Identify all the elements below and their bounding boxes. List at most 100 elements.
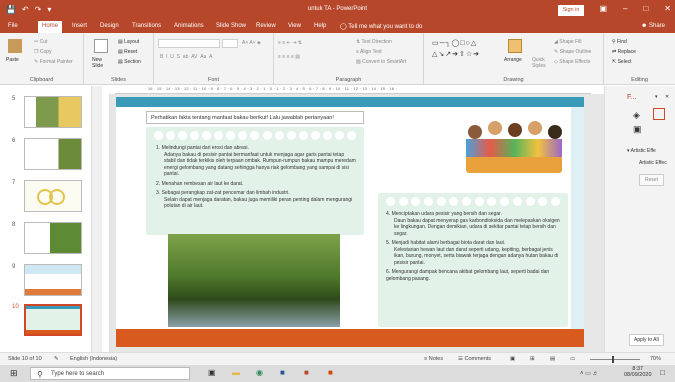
tab-file[interactable]: File <box>8 23 18 29</box>
system-tray-icons[interactable]: ˄ ▭ ♬ <box>580 370 599 377</box>
slide-thumbnail[interactable] <box>24 180 82 212</box>
new-slide-icon[interactable] <box>94 39 108 53</box>
arrange-label[interactable]: Arrange <box>504 57 522 63</box>
notes-button[interactable]: ≡ Notes <box>424 356 443 362</box>
slide-thumbnail[interactable] <box>24 222 82 254</box>
font-name-field[interactable] <box>158 39 220 48</box>
arrange-icon[interactable] <box>508 39 522 53</box>
tab-help[interactable]: Help <box>314 23 326 29</box>
shapes-gallery[interactable]: ▭─┐◯□○△ <box>432 39 477 47</box>
slide-thumbnail[interactable] <box>24 138 82 170</box>
shapes-gallery-row2[interactable]: △↘↗➔⇧☆➔ <box>432 50 480 58</box>
layout-button[interactable]: ▤ Layout <box>118 39 139 45</box>
tab-transitions[interactable]: Transitions <box>132 23 161 29</box>
list-item: 2. Menahan rembesan air laut ke darat. <box>156 180 244 187</box>
minimize-icon[interactable]: – <box>623 4 627 13</box>
text-direction-label: Text Direction <box>361 39 392 45</box>
reset-button[interactable]: ▤ Reset <box>118 49 137 55</box>
taskbar-search-box[interactable]: ⚲ Type here to search <box>30 367 190 380</box>
powerpoint-icon[interactable]: ■ <box>304 368 309 377</box>
font-format-icons[interactable]: B I U S ab AV Aa A <box>160 54 212 60</box>
fill-line-icon[interactable]: ◈ <box>633 110 640 121</box>
list-indent-icons[interactable]: ≡ ≡ ⇤ ⇥ ⇅ <box>278 40 302 46</box>
tab-review[interactable]: Review <box>256 23 276 29</box>
text-direction-button[interactable]: ⇅ Text Direction <box>356 39 392 45</box>
zoom-level[interactable]: 70% <box>650 356 661 362</box>
slide-sorter-icon[interactable]: ⊞ <box>530 356 535 362</box>
pane-options-icon[interactable]: ▾ <box>655 94 658 100</box>
list-item: 4. Menciptakan udara pesisir yang bersih… <box>386 211 560 237</box>
reset-button[interactable]: Reset <box>639 174 665 186</box>
clock[interactable]: 8:37 08/09/2020 <box>624 366 652 378</box>
copy-button[interactable]: ❐ Copy <box>34 49 52 55</box>
quick-styles-label[interactable]: Quick Styles <box>532 57 550 69</box>
chrome-icon[interactable]: ◉ <box>256 368 263 377</box>
notifications-icon[interactable]: □ <box>660 368 665 377</box>
share-button[interactable]: ☻ Share <box>641 23 665 29</box>
tab-view[interactable]: View <box>288 23 301 29</box>
pane-close-icon[interactable]: ✕ <box>665 94 669 100</box>
task-view-icon[interactable]: ▣ <box>208 368 216 377</box>
format-painter-button[interactable]: ✎ Format Painter <box>34 59 73 65</box>
language-indicator[interactable]: English (Indonesia) <box>70 356 117 362</box>
apply-to-all-button[interactable]: Apply to All <box>629 334 664 346</box>
app-icon[interactable]: ■ <box>328 368 333 377</box>
left-content-card[interactable]: 1. Melindungi pantai dari erosi dan abra… <box>146 127 364 235</box>
shape-effects-button[interactable]: ◇ Shape Effects <box>554 59 590 65</box>
tab-slide-show[interactable]: Slide Show <box>216 23 246 29</box>
thumbnail-number: 5 <box>12 96 16 102</box>
slide-thumbnail[interactable] <box>24 96 82 128</box>
shape-outline-button[interactable]: ✎ Shape Outline <box>554 49 591 55</box>
right-content-card[interactable]: 4. Menciptakan udara pesisir yang bersih… <box>378 193 568 327</box>
windows-start-icon[interactable]: ⊞ <box>10 368 18 379</box>
word-icon[interactable]: ■ <box>280 368 285 377</box>
mangrove-image[interactable] <box>168 234 340 327</box>
smartart-button[interactable]: ▨ Convert to SmartArt <box>356 59 406 65</box>
slide-top-band <box>116 97 584 107</box>
close-icon[interactable]: ✕ <box>664 4 671 13</box>
new-slide-label[interactable]: New Slide <box>92 57 114 69</box>
reading-view-icon[interactable]: ▤ <box>550 356 555 362</box>
slide-thumbnail[interactable] <box>24 264 82 296</box>
sign-in-button[interactable]: Sign in <box>558 5 584 16</box>
comments-button[interactable]: ☰ Comments <box>458 356 491 362</box>
clipboard-group-label: Clipboard <box>29 77 54 83</box>
ribbon-display-options-icon[interactable]: ▣ <box>599 4 607 13</box>
normal-view-icon[interactable]: ▣ <box>510 356 515 362</box>
tab-design[interactable]: Design <box>100 23 119 29</box>
instruction-box[interactable]: Perhatikan fakta tentang manfaat bakau b… <box>146 111 364 124</box>
select-button[interactable]: ⇱ Select <box>612 59 632 65</box>
picture-icon[interactable]: ▣ <box>633 124 642 135</box>
thumbnail-scrollbar[interactable] <box>92 86 102 352</box>
alignment-icons[interactable]: ≡ ≡ ≡ ≡ ▤ <box>278 54 300 60</box>
effects-icon[interactable] <box>653 108 665 120</box>
tab-home[interactable]: Home <box>38 21 63 33</box>
list-item: 3. Sebagai perangkap zat-zat pencemar da… <box>156 190 353 209</box>
zoom-slider-thumb[interactable] <box>612 356 614 363</box>
font-size-field[interactable] <box>222 39 238 48</box>
shape-fill-button[interactable]: ◢ Shape Fill <box>554 39 581 45</box>
slide-thumbnail-selected[interactable] <box>24 304 82 336</box>
maximize-icon[interactable]: □ <box>643 4 648 13</box>
spell-check-icon[interactable]: ✎ <box>54 356 59 362</box>
grow-shrink-font-icon[interactable]: A˄ A˅ ◈ <box>242 40 261 46</box>
artistic-effects-section[interactable]: ▾ Artistic Effe <box>627 148 656 154</box>
file-explorer-icon[interactable]: ▬ <box>232 368 240 377</box>
tab-animations[interactable]: Animations <box>174 23 204 29</box>
tab-insert[interactable]: Insert <box>72 23 87 29</box>
paste-icon[interactable] <box>8 39 22 53</box>
find-button[interactable]: ⚲ Find <box>612 39 627 45</box>
slide-counter: Slide 10 of 10 <box>8 356 42 362</box>
zoom-slider[interactable] <box>590 359 640 360</box>
tell-me-box[interactable]: ◯ Tell me what you want to do <box>340 23 422 30</box>
align-text-button[interactable]: ≡ Align Text <box>356 49 382 55</box>
slide-canvas[interactable]: Perhatikan fakta tentang manfaat bakau b… <box>116 97 584 347</box>
children-reading-image[interactable] <box>462 117 566 173</box>
slideshow-icon[interactable]: ▭ <box>570 356 575 362</box>
paste-label[interactable]: Paste <box>6 57 19 63</box>
section-button[interactable]: ▤ Section <box>118 59 141 65</box>
thumbnail-number: 8 <box>12 222 16 228</box>
replace-button[interactable]: ⇄ Replace <box>612 49 636 55</box>
cut-button[interactable]: ✂ Cut <box>34 39 47 45</box>
notes-label: Notes <box>428 356 444 362</box>
